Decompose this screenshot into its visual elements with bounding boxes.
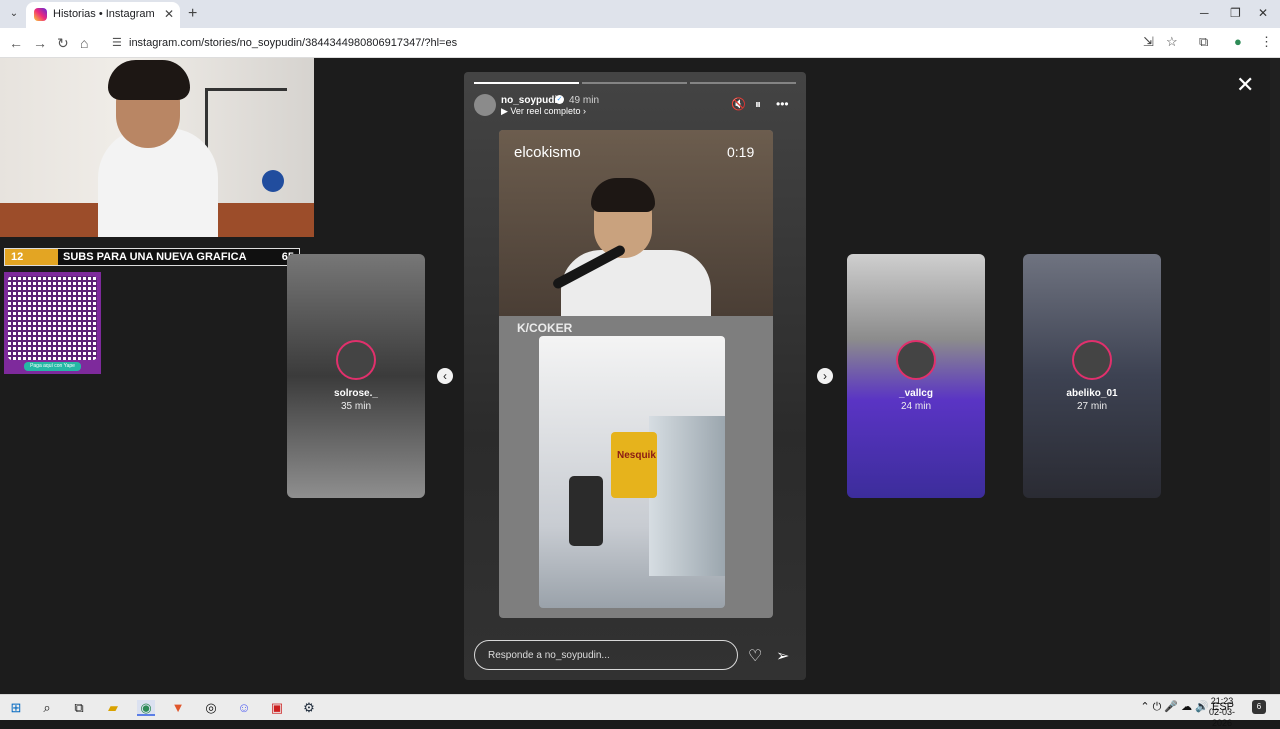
- address-bar[interactable]: ☰ instagram.com/stories/no_soypudin/3844…: [100, 31, 1190, 55]
- back-icon[interactable]: ←: [9, 35, 23, 51]
- story-time: 24 min: [900, 401, 931, 412]
- window-close-icon[interactable]: ✕: [1258, 6, 1268, 20]
- menu-icon[interactable]: ⋮: [1260, 34, 1273, 50]
- chrome-icon[interactable]: ◉: [137, 700, 155, 716]
- nesquik-package: Nesquik: [611, 432, 657, 498]
- clock-date: 02-03-2026: [1208, 707, 1235, 728]
- minimize-icon[interactable]: ─: [1200, 6, 1209, 20]
- verified-icon: ✓: [555, 95, 564, 104]
- avatar: [1072, 340, 1112, 380]
- kcoker-watermark: K/COKER: [517, 321, 573, 335]
- install-icon[interactable]: ⇲: [1143, 34, 1154, 50]
- scrollbar[interactable]: [1270, 58, 1280, 694]
- bookmark-star-icon[interactable]: ☆: [1166, 34, 1178, 50]
- avatar[interactable]: [474, 94, 496, 116]
- browser-tab[interactable]: Historias • Instagram ✕: [26, 2, 180, 28]
- pause-icon[interactable]: ⏸: [755, 97, 761, 112]
- story-progress: [474, 82, 796, 84]
- progress-segment: [690, 82, 796, 84]
- heart-icon[interactable]: ♡: [748, 646, 762, 666]
- story-username: _vallcg: [899, 388, 933, 399]
- more-options-icon[interactable]: •••: [776, 97, 789, 111]
- forward-icon[interactable]: →: [33, 35, 47, 51]
- tab-title: Historias • Instagram: [53, 8, 155, 20]
- story-time: 35 min: [340, 401, 371, 412]
- story-time: 27 min: [1076, 401, 1107, 412]
- restore-icon[interactable]: ❐: [1230, 6, 1241, 20]
- obs-icon[interactable]: ◎: [202, 700, 220, 716]
- tab-dropdown-icon[interactable]: ⌄: [6, 6, 22, 22]
- file-explorer-icon[interactable]: ▰: [104, 700, 122, 716]
- avatar: [896, 340, 936, 380]
- browser-toolbar: ← → ↻ ⌂ ☰ instagram.com/stories/no_soypu…: [0, 28, 1280, 58]
- reply-placeholder[interactable]: Responde a no_soypudin...: [488, 650, 610, 661]
- story-preview-solrose[interactable]: solrose._ 35 min: [287, 254, 425, 498]
- story-time: 49 min: [569, 95, 600, 106]
- clip-timer: 0:19: [727, 144, 755, 160]
- windows-start-icon[interactable]: ⊞: [7, 700, 25, 716]
- streamer-clip: elcokismo 0:19: [499, 130, 773, 316]
- story-preview-abeliko[interactable]: abeliko_01 27 min: [1023, 254, 1161, 498]
- extensions-icon[interactable]: ⧉: [1199, 34, 1208, 50]
- send-icon[interactable]: ➢: [776, 646, 789, 666]
- package-label: Nesquik: [617, 450, 656, 461]
- browser-tab-strip: ⌄ Historias • Instagram ✕ + ─ ❐ ✕: [0, 0, 1280, 28]
- story-username: abeliko_01: [1066, 388, 1118, 399]
- close-stories-button[interactable]: ✕: [1236, 72, 1254, 98]
- brave-icon[interactable]: ▼: [169, 700, 187, 716]
- steam-icon[interactable]: ⚙: [300, 700, 318, 716]
- story-video: elcokismo 0:19 K/COKER Nesquik: [499, 130, 773, 618]
- streamer-shirt: [561, 250, 711, 316]
- url-text[interactable]: instagram.com/stories/no_soypudin/384434…: [129, 37, 457, 49]
- story-preview-vallcg[interactable]: _vallcg 24 min: [847, 254, 985, 498]
- story-username[interactable]: no_soypudin: [501, 95, 563, 106]
- notification-icon[interactable]: 6: [1252, 700, 1266, 714]
- streamer-hair: [108, 60, 190, 100]
- reel-link-label[interactable]: Ver reel completo: [510, 106, 580, 116]
- reply-input[interactable]: Responde a no_soypudin...: [474, 640, 738, 670]
- discord-icon[interactable]: ☺: [235, 700, 253, 716]
- search-icon[interactable]: ⌕: [38, 700, 56, 716]
- view-full-reel-link[interactable]: ▶ Ver reel completo ›: [501, 106, 586, 117]
- instagram-favicon-icon: [34, 8, 47, 21]
- phone: [569, 476, 603, 546]
- home-icon[interactable]: ⌂: [80, 35, 88, 51]
- windows-taskbar: ⊞ ⌕ ⧉ ▰ ◉ ▼ ◎ ☺ ▣ ⚙ ⌃ ⏻ 🎤 ☁ 🔊 ESP 21:23 …: [0, 694, 1280, 728]
- webcam-overlay: [0, 58, 314, 237]
- sub-goal-current: 12: [11, 251, 24, 263]
- main-story[interactable]: no_soypudin ✓ 49 min ▶ Ver reel completo…: [464, 72, 806, 680]
- new-tab-icon[interactable]: +: [188, 5, 197, 23]
- progress-segment: [582, 82, 687, 84]
- sub-goal-label: SUBS PARA UNA NUEVA GRAFICA: [63, 251, 247, 263]
- tiktok-live-icon[interactable]: ▣: [268, 700, 286, 716]
- sub-goal-bar: 12 SUBS PARA UNA NUEVA GRAFICA 65: [4, 248, 300, 266]
- previous-story-button[interactable]: ‹: [437, 368, 453, 384]
- yape-qr-card: Paga aquí con Yape: [4, 272, 101, 374]
- qr-code: [8, 276, 97, 360]
- fridge: [649, 416, 725, 576]
- story-username: solrose._: [334, 388, 378, 399]
- reload-icon[interactable]: ↻: [57, 35, 69, 52]
- streamer-hair: [591, 178, 655, 212]
- next-story-button[interactable]: ›: [817, 368, 833, 384]
- progress-segment: [474, 82, 579, 84]
- avatar: [336, 340, 376, 380]
- exercise-ball: [262, 170, 284, 192]
- task-view-icon[interactable]: ⧉: [70, 700, 88, 716]
- qr-caption: Paga aquí con Yape: [24, 362, 81, 371]
- site-info-icon[interactable]: ☰: [112, 36, 122, 49]
- clock[interactable]: 21:23 02-03-2026: [1202, 696, 1242, 729]
- mute-icon[interactable]: 🔇: [731, 97, 746, 111]
- clock-time: 21:23: [1210, 696, 1234, 706]
- supermarket-clip: Nesquik: [539, 336, 725, 608]
- stories-page: 12 SUBS PARA UNA NUEVA GRAFICA 65 Paga a…: [0, 58, 1280, 694]
- profile-icon[interactable]: ●: [1234, 34, 1242, 49]
- clip-channel-name: elcokismo: [514, 144, 581, 161]
- close-icon[interactable]: ✕: [164, 7, 174, 21]
